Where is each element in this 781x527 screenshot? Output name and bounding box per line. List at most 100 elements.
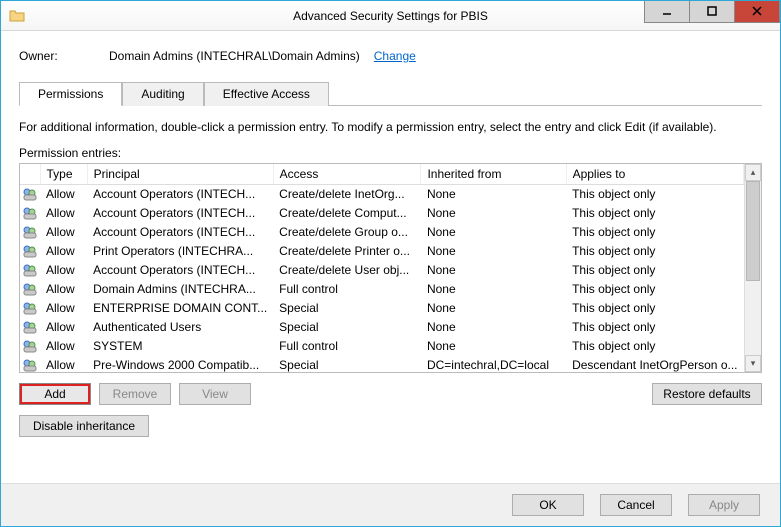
group-icon [22,319,38,335]
permissions-table-wrap: Type Principal Access Inherited from App… [19,163,762,373]
cell-access: Special [273,356,421,373]
cell-applies: This object only [566,318,743,337]
view-button[interactable]: View [179,383,251,405]
cell-principal: Pre-Windows 2000 Compatib... [87,356,273,373]
disable-inheritance-button[interactable]: Disable inheritance [19,415,149,437]
cell-applies: This object only [566,223,743,242]
permissions-table-inner: Type Principal Access Inherited from App… [20,164,744,372]
minimize-button[interactable] [644,1,690,23]
restore-defaults-button[interactable]: Restore defaults [652,383,762,405]
dialog-footer: OK Cancel Apply [1,483,780,526]
cell-applies: Descendant InetOrgPerson o... [566,356,743,373]
row-icon [20,204,40,223]
table-row[interactable]: AllowAuthenticated UsersSpecialNoneThis … [20,318,744,337]
cell-access: Create/delete Group o... [273,223,421,242]
entries-label: Permission entries: [19,146,762,160]
scroll-down-button[interactable]: ▾ [745,355,761,372]
group-icon [22,281,38,297]
cell-access: Special [273,318,421,337]
row-icon [20,318,40,337]
cell-applies: This object only [566,337,743,356]
cell-principal: SYSTEM [87,337,273,356]
cell-type: Allow [40,299,87,318]
cancel-button[interactable]: Cancel [600,494,672,516]
cell-access: Create/delete Printer o... [273,242,421,261]
col-header-applies[interactable]: Applies to [566,164,743,185]
cell-inherited: None [421,261,566,280]
cell-inherited: None [421,242,566,261]
cell-type: Allow [40,223,87,242]
table-row[interactable]: AllowAccount Operators (INTECH...Create/… [20,261,744,280]
owner-label: Owner: [19,49,109,63]
add-button[interactable]: Add [19,383,91,405]
apply-button[interactable]: Apply [688,494,760,516]
group-icon [22,338,38,354]
row-icon [20,261,40,280]
row-icon [20,185,40,204]
group-icon [22,357,38,372]
cell-inherited: None [421,185,566,204]
inheritance-row: Disable inheritance [19,415,762,437]
scroll-track[interactable] [745,181,761,355]
cell-applies: This object only [566,242,743,261]
table-row[interactable]: AllowPre-Windows 2000 Compatib...Special… [20,356,744,373]
cell-inherited: None [421,204,566,223]
cell-principal: Account Operators (INTECH... [87,223,273,242]
cell-inherited: None [421,299,566,318]
maximize-button[interactable] [689,1,735,23]
tab-auditing[interactable]: Auditing [122,82,203,106]
tab-effective-access[interactable]: Effective Access [204,82,329,106]
cell-inherited: DC=intechral,DC=local [421,356,566,373]
cell-principal: ENTERPRISE DOMAIN CONT... [87,299,273,318]
cell-inherited: None [421,318,566,337]
close-button[interactable] [734,1,780,23]
table-row[interactable]: AllowAccount Operators (INTECH...Create/… [20,204,744,223]
ok-button[interactable]: OK [512,494,584,516]
tab-bar: Permissions Auditing Effective Access [19,81,762,106]
col-header-type[interactable]: Type [40,164,87,185]
scroll-up-button[interactable]: ▴ [745,164,761,181]
cell-applies: This object only [566,280,743,299]
scroll-thumb[interactable] [746,181,760,281]
table-row[interactable]: AllowENTERPRISE DOMAIN CONT...SpecialNon… [20,299,744,318]
col-header-access[interactable]: Access [273,164,421,185]
row-icon [20,242,40,261]
permissions-table[interactable]: Type Principal Access Inherited from App… [20,164,744,372]
remove-button[interactable]: Remove [99,383,171,405]
cell-applies: This object only [566,204,743,223]
group-icon [22,205,38,221]
col-header-inherited[interactable]: Inherited from [421,164,566,185]
cell-applies: This object only [566,261,743,280]
window-controls [645,1,780,23]
cell-principal: Domain Admins (INTECHRA... [87,280,273,299]
row-icon [20,337,40,356]
content-area: Owner: Domain Admins (INTECHRAL\Domain A… [1,31,780,483]
table-row[interactable]: AllowAccount Operators (INTECH...Create/… [20,223,744,242]
cell-type: Allow [40,356,87,373]
col-header-principal[interactable]: Principal [87,164,273,185]
change-owner-link[interactable]: Change [374,49,416,63]
cell-type: Allow [40,204,87,223]
owner-value: Domain Admins (INTECHRAL\Domain Admins) [109,49,360,63]
tab-permissions[interactable]: Permissions [19,82,122,106]
titlebar: Advanced Security Settings for PBIS [1,1,780,31]
cell-access: Create/delete Comput... [273,204,421,223]
cell-type: Allow [40,337,87,356]
group-icon [22,186,38,202]
row-icon [20,223,40,242]
cell-inherited: None [421,337,566,356]
cell-type: Allow [40,280,87,299]
table-header-row[interactable]: Type Principal Access Inherited from App… [20,164,744,185]
col-header-icon[interactable] [20,164,40,185]
cell-type: Allow [40,261,87,280]
group-icon [22,224,38,240]
cell-principal: Print Operators (INTECHRA... [87,242,273,261]
table-row[interactable]: AllowSYSTEMFull controlNoneThis object o… [20,337,744,356]
table-row[interactable]: AllowPrint Operators (INTECHRA...Create/… [20,242,744,261]
row-icon [20,280,40,299]
folder-icon [9,8,25,24]
cell-access: Create/delete InetOrg... [273,185,421,204]
table-row[interactable]: AllowAccount Operators (INTECH...Create/… [20,185,744,204]
vertical-scrollbar[interactable]: ▴ ▾ [744,164,761,372]
table-row[interactable]: AllowDomain Admins (INTECHRA...Full cont… [20,280,744,299]
